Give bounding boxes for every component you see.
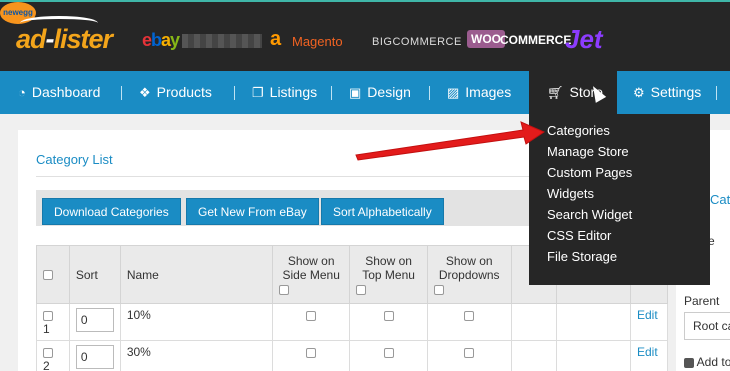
annotation-arrow-icon [355, 121, 546, 161]
